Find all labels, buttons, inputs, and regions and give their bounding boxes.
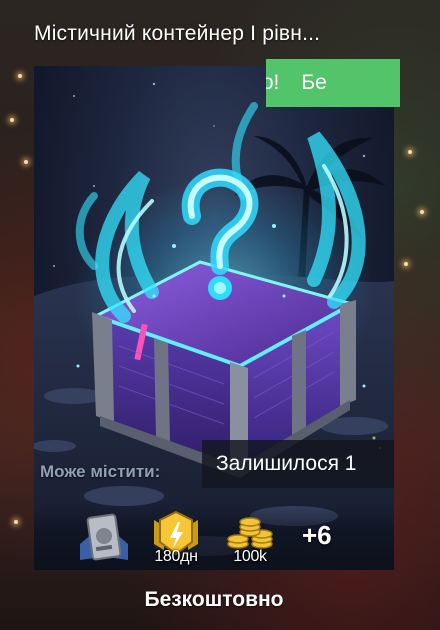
more-rewards-count[interactable]: +6: [302, 520, 332, 551]
silver-card-icon: [80, 513, 128, 561]
reward-caption: 100k: [233, 548, 267, 565]
reward-item[interactable]: 180дн: [146, 510, 206, 566]
price-label: Безкоштовно: [144, 588, 284, 611]
rewards-row: 180дн 100k +6: [34, 506, 394, 570]
remaining-badge: Залишилося 1: [202, 440, 394, 488]
background-light: [24, 160, 28, 164]
background-light: [408, 150, 412, 154]
promo-banner[interactable]: товно! Бе: [266, 59, 400, 107]
background-light: [10, 118, 14, 122]
reward-caption: 180дн: [154, 548, 198, 565]
background-light: [14, 520, 18, 524]
reward-item[interactable]: [74, 510, 134, 566]
background-light: [404, 262, 408, 266]
promo-text-next: Бе: [301, 71, 327, 94]
container-title: Містичний контейнер I рівн...: [34, 22, 321, 45]
promo-text: товно!: [266, 71, 280, 94]
promo-marquee: товно! Бе: [266, 71, 327, 95]
background-light: [420, 210, 424, 214]
background-light: [18, 74, 22, 78]
reward-item[interactable]: 100k: [220, 510, 280, 566]
mystic-chest-illustration: [34, 82, 394, 570]
contains-label: Може містити:: [40, 462, 161, 481]
container-card[interactable]: Може містити: Залишилося 1 180дн 100k +6: [34, 66, 394, 570]
